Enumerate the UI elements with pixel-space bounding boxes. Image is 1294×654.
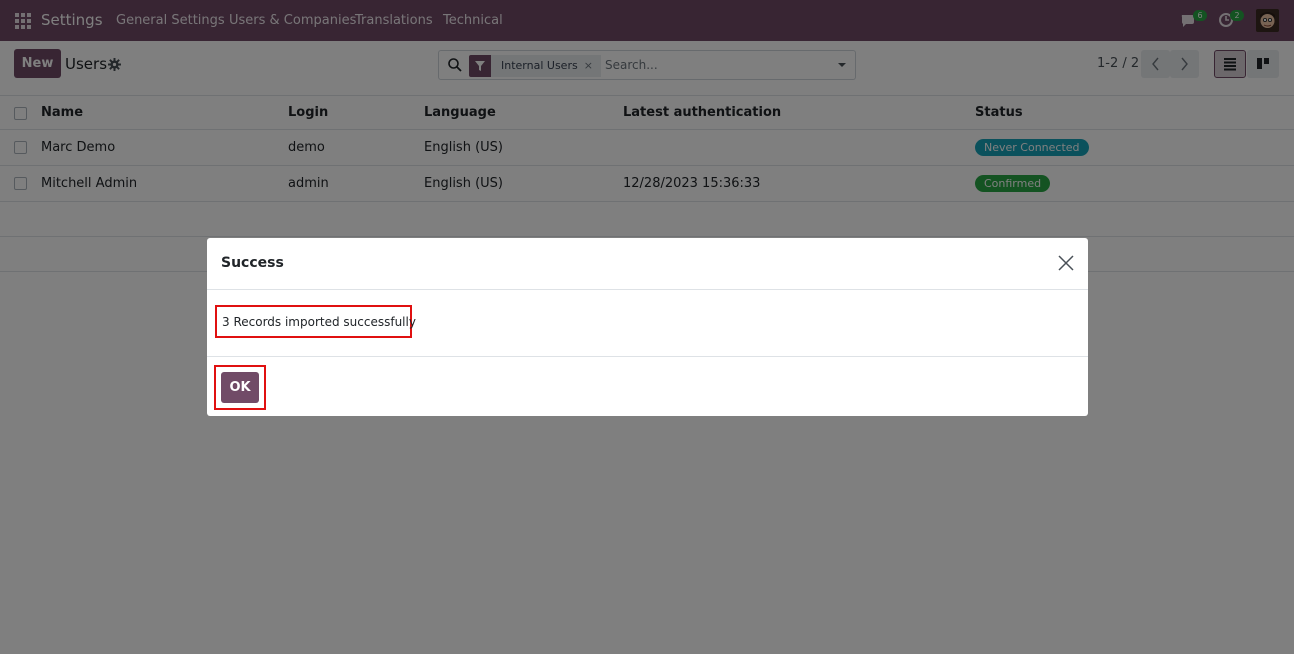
dialog-header: Success xyxy=(207,238,1088,290)
message-highlight: 3 Records imported successfully xyxy=(215,305,416,338)
ok-button[interactable]: OK xyxy=(221,372,259,403)
close-icon[interactable] xyxy=(1058,255,1074,271)
dialog-message: 3 Records imported successfully xyxy=(222,315,416,329)
success-dialog: Success 3 Records imported successfully … xyxy=(207,238,1088,416)
dialog-title: Success xyxy=(221,255,284,271)
dialog-body: 3 Records imported successfully xyxy=(207,290,1088,357)
ok-highlight: OK xyxy=(214,365,266,410)
